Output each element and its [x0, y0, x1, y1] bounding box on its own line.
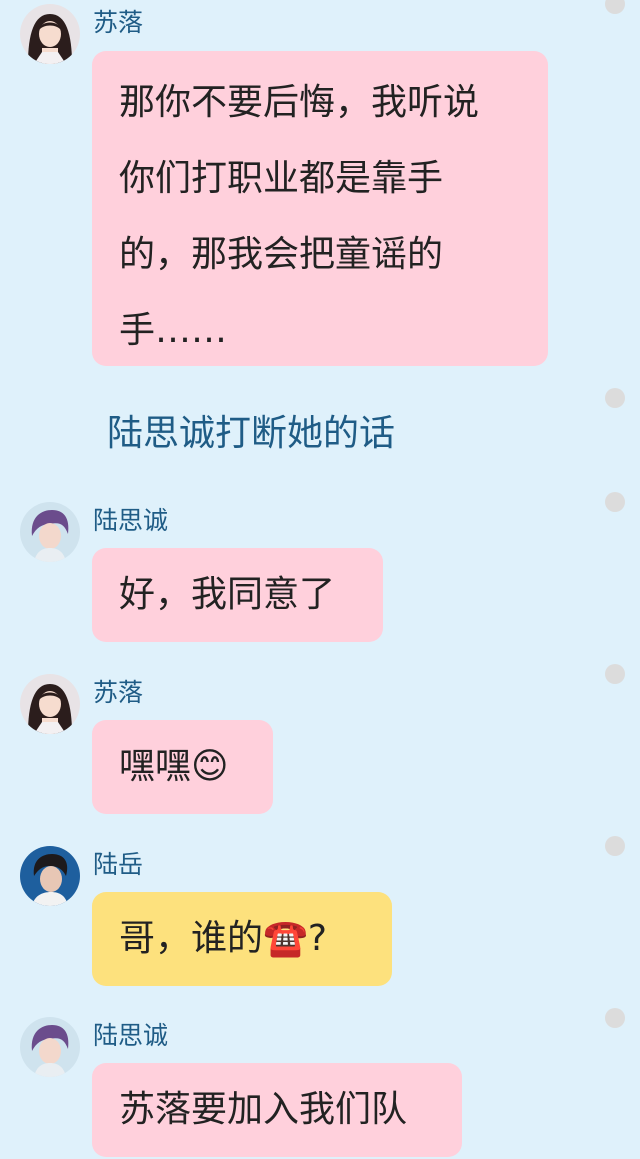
avatar-lu-sicheng[interactable] — [20, 1017, 80, 1077]
sender-name: 苏落 — [93, 8, 144, 37]
avatar-lu-sicheng[interactable] — [20, 502, 80, 562]
avatar-su-luo[interactable] — [20, 674, 80, 734]
message-bubble[interactable]: 哥，谁的☎️? — [92, 892, 392, 986]
sender-name: 陆岳 — [93, 850, 144, 879]
message-menu-dot[interactable] — [605, 0, 625, 14]
message-menu-dot[interactable] — [605, 1008, 625, 1028]
message-text-line: 哥，谁的☎️? — [119, 918, 327, 959]
message-text-line: 的，那我会把童谣的 — [119, 234, 444, 275]
message-bubble[interactable]: 那你不要后悔，我听说 你们打职业都是靠手 的，那我会把童谣的 手…… — [92, 51, 548, 366]
message-text-line: 好，我同意了 — [119, 574, 336, 615]
male-avatar-icon — [20, 502, 80, 562]
message-bubble[interactable]: 好，我同意了 — [92, 548, 383, 642]
sender-name: 陆思诚 — [93, 506, 169, 535]
avatar-lu-yue[interactable] — [20, 846, 80, 906]
male-avatar-icon — [20, 1017, 80, 1077]
message-bubble[interactable]: 嘿嘿😊 — [92, 720, 273, 814]
avatar-su-luo[interactable] — [20, 4, 80, 64]
message-text-line: 那你不要后悔，我听说 — [119, 82, 480, 123]
message-text-line: 苏落要加入我们队 — [119, 1089, 408, 1130]
message-text-line: 手…… — [119, 310, 228, 351]
message-text-line: 你们打职业都是靠手 — [119, 158, 444, 199]
sender-name: 陆思诚 — [93, 1021, 169, 1050]
female-avatar-icon — [20, 4, 80, 64]
message-menu-dot[interactable] — [605, 836, 625, 856]
female-avatar-icon — [20, 674, 80, 734]
message-bubble[interactable]: 苏落要加入我们队 — [92, 1063, 462, 1157]
message-menu-dot[interactable] — [605, 492, 625, 512]
male-avatar-icon — [20, 846, 80, 906]
sender-name: 苏落 — [93, 678, 144, 707]
message-menu-dot[interactable] — [605, 664, 625, 684]
narration-text: 陆思诚打断她的话 — [107, 413, 396, 454]
message-text-line: 嘿嘿😊 — [119, 746, 229, 787]
message-menu-dot[interactable] — [605, 388, 625, 408]
